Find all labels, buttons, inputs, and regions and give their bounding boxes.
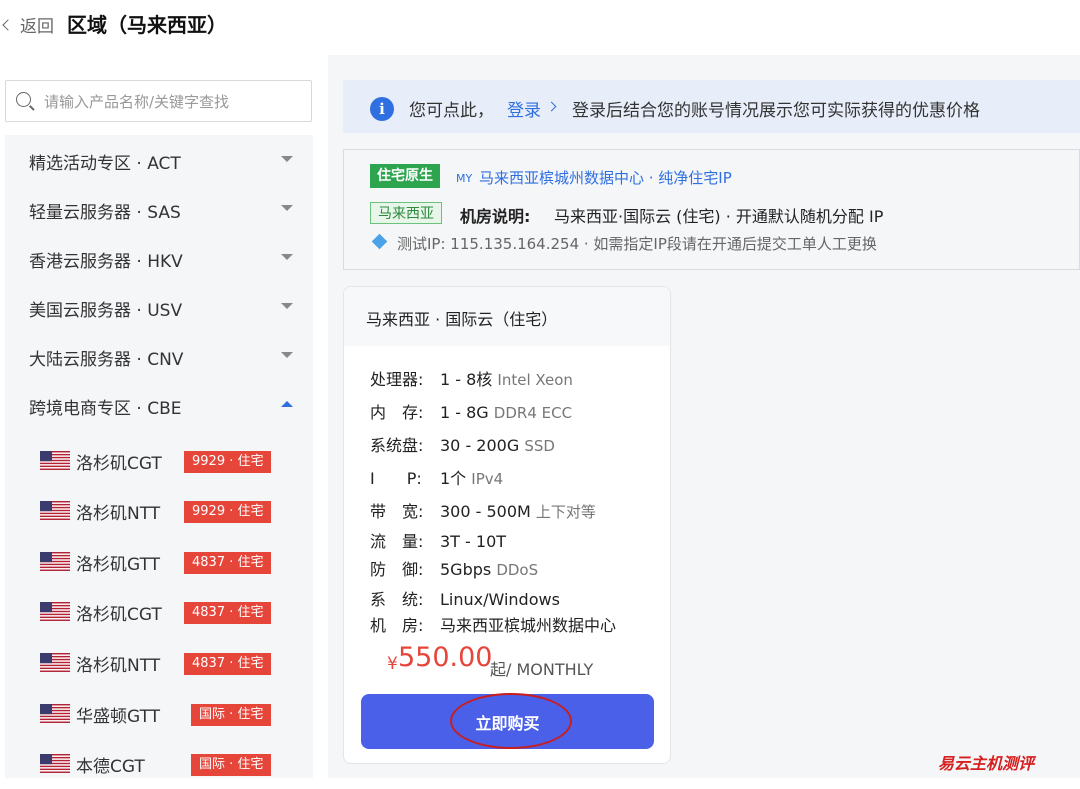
sub-item-la-ntt-4837[interactable]: 洛杉矶NTT 4837 · 住宅 — [5, 638, 313, 688]
category-cnv[interactable]: 大陆云服务器 · CNV — [5, 331, 313, 380]
us-flag-icon — [40, 653, 70, 672]
back-button[interactable]: 返回 — [2, 12, 54, 37]
login-link[interactable]: 登录 — [507, 96, 541, 121]
room-description: 马来西亚·国际云 (住宅) · 开通默认随机分配 IP — [554, 207, 884, 226]
sub-item-label: 洛杉矶NTT — [76, 504, 161, 524]
sub-item-tag: 4837 · 住宅 — [184, 653, 272, 675]
sidebar: 精选活动专区 · ACT 轻量云服务器 · SAS 香港云服务器 · HKV 美… — [0, 55, 328, 778]
category-label: 跨境电商专区 · CBE — [29, 399, 182, 419]
category-label: 轻量云服务器 · SAS — [29, 203, 181, 223]
category-label: 大陆云服务器 · CNV — [29, 350, 184, 370]
category-label: 香港云服务器 · HKV — [29, 252, 183, 272]
datacenter-name: 马来西亚槟城州数据中心 · 纯净住宅IP — [479, 169, 732, 187]
sub-item-label: 本德CGT — [76, 757, 145, 777]
search-input[interactable] — [42, 89, 306, 115]
spec-memory: 内 存: 1 - 8G DDR4 ECC — [370, 403, 573, 422]
search-icon — [16, 92, 31, 107]
spec-bandwidth: 带 宽: 300 - 500M 上下对等 — [370, 502, 596, 521]
sub-item-label: 洛杉矶GTT — [76, 555, 161, 575]
sub-item-label: 洛杉矶CGT — [76, 605, 162, 625]
price-unit: 起/ MONTHLY — [490, 660, 594, 679]
sub-item-bend-cgt[interactable]: 本德CGT 国际 · 住宅 — [5, 739, 313, 789]
caret-down-icon — [281, 352, 293, 358]
header: 返回 区域（马来西亚） — [0, 0, 1080, 50]
spec-ip: I P: 1个 IPv4 — [370, 469, 504, 488]
login-notice: i 您可点此， 登录 登录后结合您的账号情况展示您可实际获得的优惠价格 — [343, 80, 1080, 133]
caret-down-icon — [281, 205, 293, 211]
category-label: 精选活动专区 · ACT — [29, 154, 181, 174]
plan-header: 马来西亚 · 国际云（住宅） — [344, 287, 670, 346]
us-flag-icon — [40, 501, 70, 520]
sub-item-tag: 9929 · 住宅 — [184, 501, 272, 523]
datacenter-info: 住宅原生 MY 马来西亚槟城州数据中心 · 纯净住宅IP 马来西亚 机房说明: … — [343, 149, 1080, 270]
back-label: 返回 — [20, 17, 54, 37]
sub-item-tag: 9929 · 住宅 — [184, 451, 272, 473]
price-value: 550.00 — [398, 642, 493, 673]
spec-os: 系 统: Linux/Windows — [370, 590, 560, 609]
sub-item-label: 洛杉矶CGT — [76, 454, 162, 474]
diamond-icon — [371, 233, 388, 250]
plan-title: 马来西亚 · 国际云（住宅） — [366, 310, 558, 329]
sub-item-tag: 4837 · 住宅 — [184, 552, 272, 574]
info-icon: i — [370, 97, 394, 121]
category-usv[interactable]: 美国云服务器 · USV — [5, 282, 313, 331]
sub-item-tag: 国际 · 住宅 — [191, 704, 272, 726]
sub-item-dc-gtt[interactable]: 华盛顿GTT 国际 · 住宅 — [5, 689, 313, 739]
test-ip: 测试IP: 115.135.164.254 · 如需指定IP段请在开通后提交工单… — [397, 235, 877, 253]
buy-now-button[interactable]: 立即购买 — [361, 694, 654, 749]
caret-down-icon — [281, 303, 293, 309]
spec-cpu: 处理器: 1 - 8核 Intel Xeon — [370, 370, 573, 389]
sub-item-tag: 4837 · 住宅 — [184, 602, 272, 624]
notice-prefix: 您可点此， — [409, 101, 494, 121]
watermark: 易云主机测评 — [938, 754, 1035, 773]
spec-traffic: 流 量: 3T - 10T — [370, 532, 507, 551]
country-badge: 马来西亚 — [370, 202, 442, 224]
page-title: 区域（马来西亚） — [67, 13, 227, 37]
category-act[interactable]: 精选活动专区 · ACT — [5, 135, 313, 184]
spec-ddos: 防 御: 5Gbps DDoS — [370, 560, 539, 579]
category-panel: 精选活动专区 · ACT 轻量云服务器 · SAS 香港云服务器 · HKV 美… — [5, 135, 313, 778]
residential-badge: 住宅原生 — [370, 164, 440, 188]
country-code: MY — [456, 172, 473, 185]
category-hkv[interactable]: 香港云服务器 · HKV — [5, 233, 313, 282]
sub-item-label: 洛杉矶NTT — [76, 656, 161, 676]
caret-down-icon — [281, 254, 293, 260]
search-box — [5, 80, 312, 122]
spec-datacenter: 机 房: 马来西亚槟城州数据中心 — [370, 616, 617, 635]
sub-item-label: 华盛顿GTT — [76, 707, 161, 727]
sub-item-la-ntt-9929[interactable]: 洛杉矶NTT 9929 · 住宅 — [5, 486, 313, 536]
caret-down-icon — [281, 156, 293, 162]
us-flag-icon — [40, 704, 70, 723]
sub-item-la-cgt-9929[interactable]: 洛杉矶CGT 9929 · 住宅 — [5, 436, 313, 486]
us-flag-icon — [40, 754, 70, 773]
us-flag-icon — [40, 451, 70, 470]
sub-item-la-gtt-4837[interactable]: 洛杉矶GTT 4837 · 住宅 — [5, 537, 313, 587]
chevron-right-icon — [546, 101, 557, 112]
spec-disk: 系统盘: 30 - 200G SSD — [370, 436, 555, 455]
notice-suffix: 登录后结合您的账号情况展示您可实际获得的优惠价格 — [572, 101, 980, 121]
sub-item-tag: 国际 · 住宅 — [191, 754, 272, 776]
category-sas[interactable]: 轻量云服务器 · SAS — [5, 184, 313, 233]
chevron-left-icon — [2, 19, 14, 31]
us-flag-icon — [40, 602, 70, 621]
price-currency: ¥ — [387, 654, 398, 674]
caret-up-icon — [281, 401, 293, 407]
room-label: 机房说明: — [460, 207, 531, 226]
category-label: 美国云服务器 · USV — [29, 301, 183, 321]
category-cbe[interactable]: 跨境电商专区 · CBE — [5, 380, 313, 429]
plan-card: 马来西亚 · 国际云（住宅） 处理器: 1 - 8核 Intel Xeon 内 存… — [343, 286, 671, 764]
us-flag-icon — [40, 552, 70, 571]
sub-item-la-cgt-4837[interactable]: 洛杉矶CGT 4837 · 住宅 — [5, 587, 313, 637]
